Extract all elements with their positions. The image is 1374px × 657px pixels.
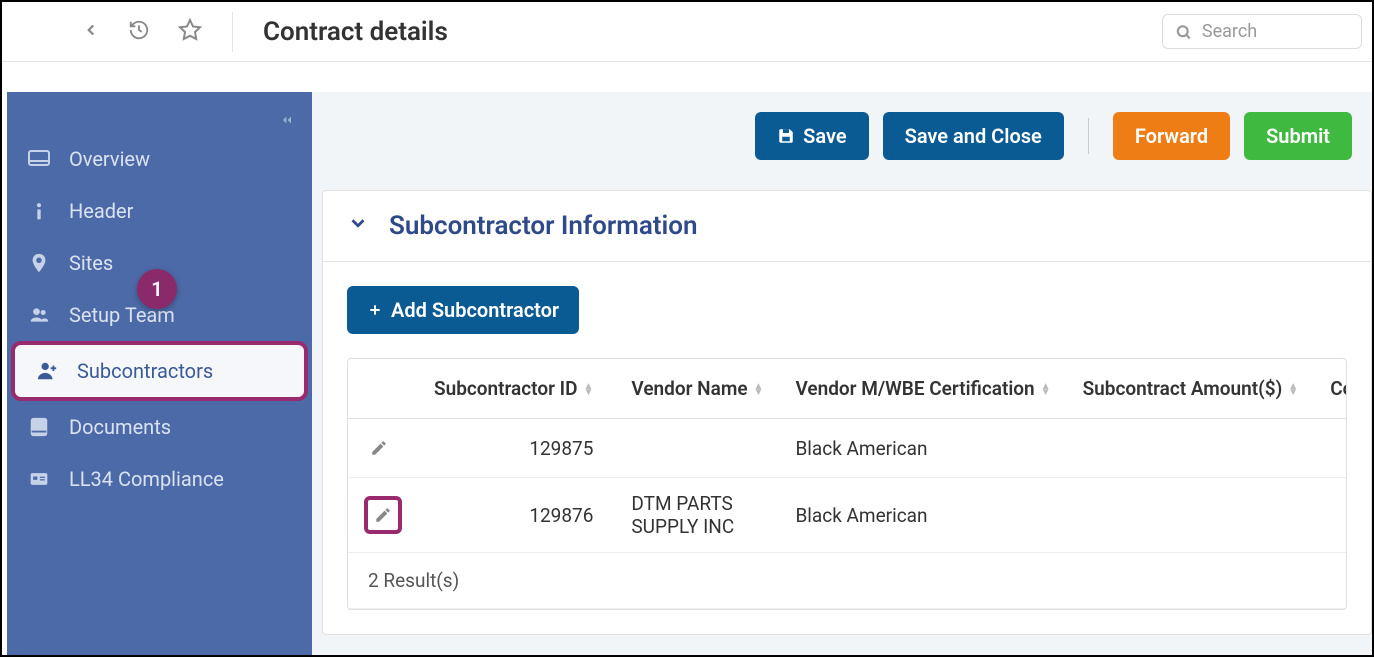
save-button[interactable]: Save	[755, 112, 868, 160]
history-icon[interactable]	[128, 19, 150, 45]
search-box[interactable]	[1162, 14, 1362, 49]
cell-amount	[1067, 478, 1315, 553]
pencil-icon	[370, 439, 388, 457]
subcontractor-table: 2 Subcontractor ID▲▼ Vendor Name▲▼ Vendo…	[347, 358, 1347, 610]
back-icon[interactable]	[82, 21, 100, 43]
pencil-icon	[374, 506, 392, 524]
save-label: Save	[803, 124, 846, 148]
search-input[interactable]	[1202, 21, 1349, 42]
panel-body: Add Subcontractor 2 Subcontractor ID▲▼ V…	[323, 262, 1371, 634]
submit-button[interactable]: Submit	[1244, 112, 1352, 160]
add-label: Add Subcontractor	[391, 298, 559, 322]
action-divider	[1088, 118, 1089, 154]
edit-row-button[interactable]	[364, 496, 402, 534]
info-icon	[27, 201, 51, 221]
cell-vendor: DTM PARTS SUPPLY INC	[615, 478, 779, 553]
subcontractor-panel: Subcontractor Information Add Subcontrac…	[322, 190, 1372, 635]
saveclose-label: Save and Close	[905, 124, 1042, 148]
col-id[interactable]: Subcontractor ID▲▼	[418, 359, 615, 419]
chevron-down-icon[interactable]	[347, 211, 369, 241]
forward-label: Forward	[1135, 124, 1208, 148]
add-subcontractor-button[interactable]: Add Subcontractor	[347, 286, 579, 334]
pin-icon	[27, 252, 51, 274]
monitor-icon	[27, 147, 51, 171]
sidebar-item-setup-team[interactable]: Setup Team 1	[7, 289, 312, 341]
sort-icon[interactable]: ▲▼	[754, 384, 764, 396]
sidebar-item-header[interactable]: Header	[7, 185, 312, 237]
page-title: Contract details	[263, 17, 448, 47]
col-amount[interactable]: Subcontract Amount($)▲▼	[1067, 359, 1315, 419]
callout-badge-1: 1	[137, 269, 177, 309]
sidebar-item-label: Overview	[69, 147, 150, 171]
cell-amount	[1067, 419, 1315, 478]
cell-vendor	[615, 419, 779, 478]
forward-button[interactable]: Forward	[1113, 112, 1230, 160]
results-row: 2 Result(s)	[348, 553, 1347, 609]
sidebar-item-overview[interactable]: Overview	[7, 133, 312, 185]
book-icon	[27, 416, 51, 438]
sidebar: Overview Header Sites Setup Team 1 Subco…	[7, 92, 312, 655]
sidebar-item-label: Documents	[69, 415, 171, 439]
col-cert[interactable]: Vendor M/WBE Certification▲▼	[779, 359, 1066, 419]
sidebar-item-label: Sites	[69, 251, 113, 275]
table-row: 129876 DTM PARTS SUPPLY INC Black Americ…	[348, 478, 1347, 553]
search-icon	[1175, 22, 1192, 42]
topbar-nav-icons	[12, 18, 202, 46]
main-content: Save Save and Close Forward Submit Subco…	[312, 92, 1372, 655]
sidebar-item-label: LL34 Compliance	[69, 467, 224, 491]
topbar: Contract details	[2, 2, 1372, 62]
plus-icon	[367, 302, 383, 318]
group-icon	[27, 305, 51, 325]
panel-title: Subcontractor Information	[389, 211, 698, 241]
col-partial[interactable]: Co	[1314, 359, 1347, 419]
save-icon	[777, 127, 795, 145]
panel-header[interactable]: Subcontractor Information	[323, 191, 1371, 262]
id-card-icon	[27, 469, 51, 489]
col-vendor[interactable]: Vendor Name▲▼	[615, 359, 779, 419]
cell-id: 129875	[418, 419, 615, 478]
sidebar-item-documents[interactable]: Documents	[7, 401, 312, 453]
table-row: 129875 Black American	[348, 419, 1347, 478]
sort-icon[interactable]: ▲▼	[1288, 384, 1298, 396]
cell-cert: Black American	[779, 478, 1066, 553]
star-icon[interactable]	[178, 18, 202, 46]
submit-label: Submit	[1266, 124, 1330, 148]
save-close-button[interactable]: Save and Close	[883, 112, 1064, 160]
edit-row-button[interactable]	[364, 433, 394, 463]
sidebar-item-ll34[interactable]: LL34 Compliance	[7, 453, 312, 505]
collapse-sidebar-icon[interactable]	[7, 112, 312, 133]
user-plus-icon	[35, 360, 59, 382]
cell-cert: Black American	[779, 419, 1066, 478]
sort-icon[interactable]: ▲▼	[1041, 384, 1051, 396]
sidebar-item-subcontractors[interactable]: Subcontractors	[11, 341, 308, 401]
sort-icon[interactable]: ▲▼	[583, 384, 593, 396]
results-text: 2 Result(s)	[348, 553, 1347, 609]
col-edit	[348, 359, 418, 419]
table-header-row: Subcontractor ID▲▼ Vendor Name▲▼ Vendor …	[348, 359, 1347, 419]
sidebar-item-label: Subcontractors	[77, 359, 213, 383]
sidebar-item-label: Header	[69, 199, 133, 223]
topbar-divider	[232, 12, 233, 52]
cell-id: 129876	[418, 478, 615, 553]
action-row: Save Save and Close Forward Submit	[322, 112, 1372, 160]
